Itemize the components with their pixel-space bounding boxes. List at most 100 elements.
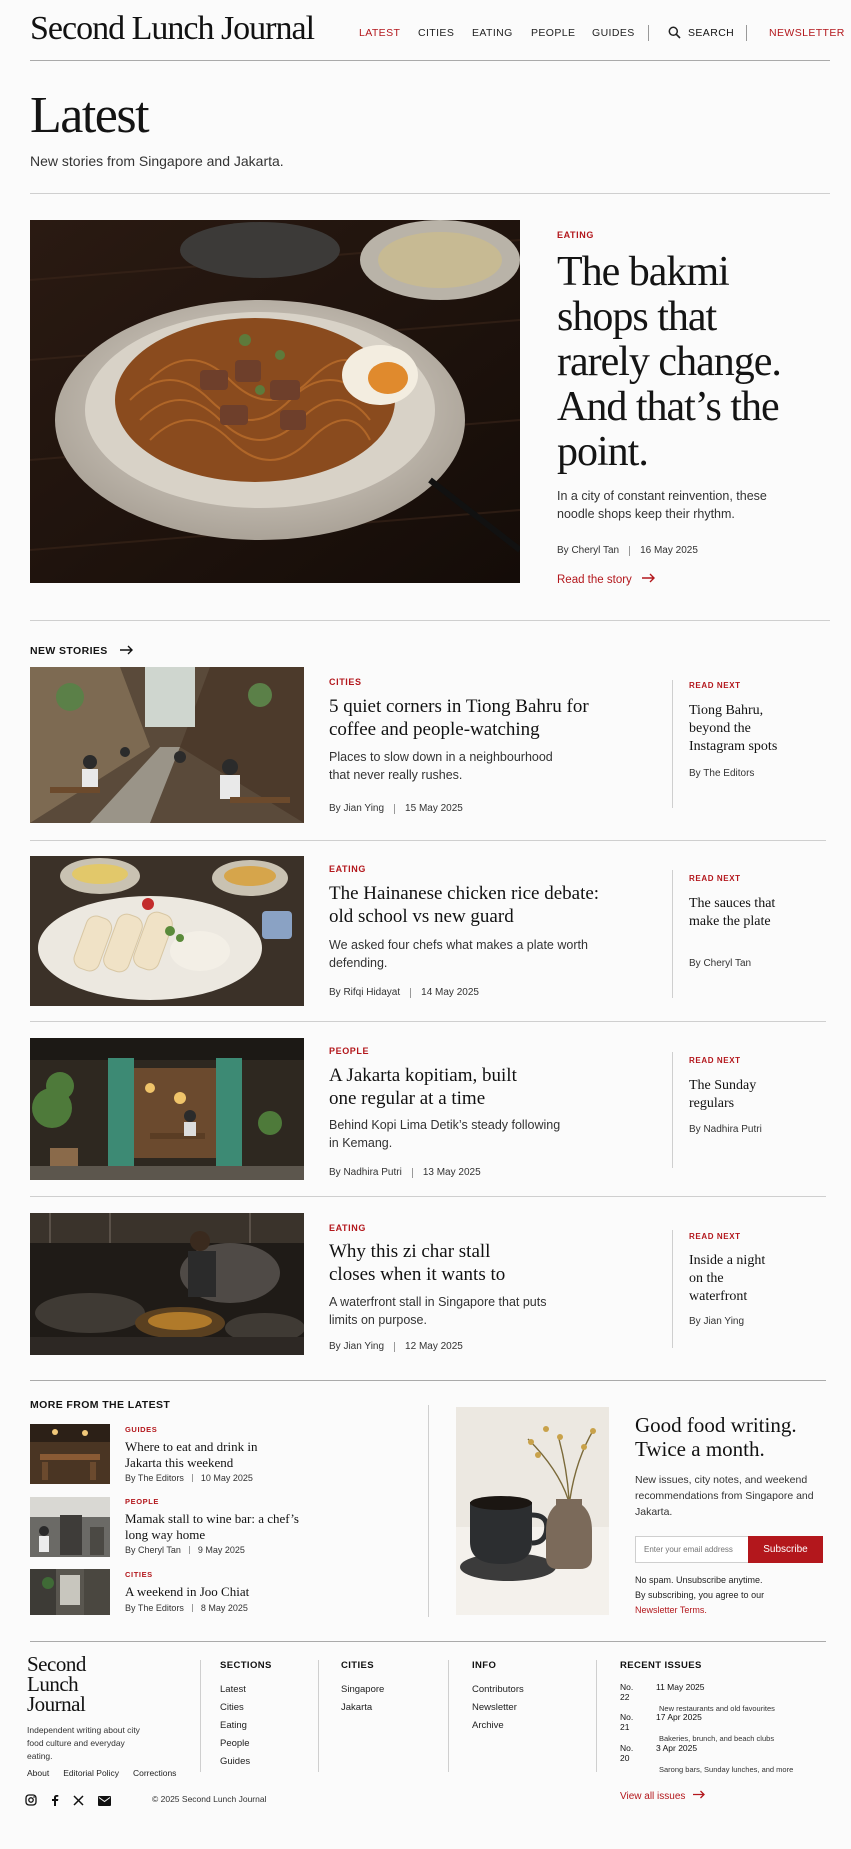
footer-cities-singapore[interactable]: Singapore	[341, 1681, 384, 1699]
more-2-title[interactable]: Mamak stall to wine bar: a chef’s long w…	[125, 1511, 300, 1543]
footer-info-newsletter[interactable]: Newsletter	[472, 1699, 524, 1717]
story-4-author[interactable]: By Jian Ying	[329, 1341, 384, 1352]
facebook-icon[interactable]	[51, 1793, 59, 1811]
arrow-right-icon	[119, 642, 134, 660]
more-3-title[interactable]: A weekend in Joo Chiat	[125, 1584, 300, 1600]
more-3-kicker[interactable]: CITIES	[125, 1570, 153, 1579]
story-3-read-next-author: By Nadhira Putri	[689, 1124, 762, 1135]
newsletter-fineprint: No spam. Unsubscribe anytime. By subscri…	[635, 1573, 764, 1618]
nav-cities[interactable]: CITIES	[418, 27, 454, 39]
issue-row[interactable]: No. 21 17 Apr 2025 Bakeries, brunch, and…	[620, 1712, 820, 1743]
story-1-author[interactable]: By Jian Ying	[329, 803, 384, 814]
hero-author[interactable]: By Cheryl Tan	[557, 545, 619, 556]
nav-latest[interactable]: LATEST	[359, 27, 400, 39]
search-button[interactable]: SEARCH	[668, 26, 734, 39]
issue-date: 3 Apr 2025	[656, 1743, 698, 1753]
social-links	[25, 1793, 111, 1811]
x-icon[interactable]	[73, 1793, 84, 1811]
site-logo[interactable]: Second Lunch Journal	[30, 10, 315, 48]
story-3-read-next-title[interactable]: The Sunday regulars	[689, 1077, 779, 1113]
hero-read-link[interactable]: Read the story	[557, 573, 656, 586]
story-1-read-next-author: By The Editors	[689, 768, 755, 779]
story-1-read-next-title[interactable]: Tiong Bahru, beyond the Instagram spots	[689, 702, 794, 756]
story-1-read-next-label: READ NEXT	[689, 681, 741, 690]
footer-corrections-link[interactable]: Corrections	[133, 1768, 176, 1778]
more-2-image[interactable]	[30, 1497, 110, 1557]
footer-sections-latest[interactable]: Latest	[220, 1681, 250, 1699]
story-2-kicker[interactable]: EATING	[329, 864, 366, 874]
footer-cities-jakarta[interactable]: Jakarta	[341, 1699, 384, 1717]
story-image-kopitiam[interactable]	[30, 1038, 304, 1180]
issue-row[interactable]: No. 20 3 Apr 2025 Sarong bars, Sunday lu…	[620, 1743, 840, 1774]
new-stories-heading: NEW STORIES	[30, 645, 108, 657]
story-2-read-next-title[interactable]: The sauces that make the plate	[689, 895, 779, 931]
newsletter-nospam: No spam. Unsubscribe anytime.	[635, 1575, 763, 1585]
footer-info-contributors[interactable]: Contributors	[472, 1681, 524, 1699]
story-3-author[interactable]: By Nadhira Putri	[329, 1167, 402, 1178]
footer-about-link[interactable]: About	[27, 1768, 49, 1778]
story-image-zi-char[interactable]	[30, 1213, 304, 1355]
more-1-title[interactable]: Where to eat and drink in Jakarta this w…	[125, 1439, 275, 1471]
footer-sections-cities[interactable]: Cities	[220, 1699, 250, 1717]
issue-number: No. 20	[620, 1743, 634, 1763]
footer-sections-list: Latest Cities Eating People Guides	[220, 1681, 250, 1771]
footer-sections-people[interactable]: People	[220, 1735, 250, 1753]
footer-issues-heading: RECENT ISSUES	[620, 1660, 702, 1671]
footer-sections-guides[interactable]: Guides	[220, 1753, 250, 1771]
story-2-title[interactable]: The Hainanese chicken rice debate: old s…	[329, 882, 619, 928]
hero-dek: In a city of constant reinvention, these…	[557, 489, 767, 521]
issue-row[interactable]: No. 22 11 May 2025 New restaurants and o…	[620, 1682, 820, 1713]
issue-number: No. 22	[620, 1682, 634, 1702]
story-4-date: 12 May 2025	[405, 1341, 463, 1352]
newsletter-link[interactable]: NEWSLETTER	[769, 27, 845, 39]
story-1-dek: Places to slow down in a neighbourhood t…	[329, 750, 553, 782]
story-4-dek: A waterfront stall in Singapore that put…	[329, 1295, 547, 1327]
email-icon[interactable]	[98, 1793, 111, 1811]
story-4-read-next-title[interactable]: Inside a night on the waterfront	[689, 1252, 769, 1306]
hero-kicker[interactable]: EATING	[557, 230, 594, 240]
hero-image-bakmi[interactable]	[30, 220, 520, 583]
footer-sections-heading: SECTIONS	[220, 1660, 272, 1671]
more-2-author[interactable]: By Cheryl Tan	[125, 1545, 181, 1555]
issue-date: 17 Apr 2025	[656, 1712, 702, 1722]
story-image-chicken-rice[interactable]	[30, 856, 304, 1006]
story-1-kicker[interactable]: CITIES	[329, 677, 362, 687]
nav-eating[interactable]: EATING	[472, 27, 513, 39]
instagram-icon[interactable]	[25, 1793, 37, 1811]
more-1-kicker[interactable]: GUIDES	[125, 1425, 157, 1434]
footer-copyright: © 2025 Second Lunch Journal	[152, 1794, 267, 1804]
nav-guides[interactable]: GUIDES	[592, 27, 635, 39]
view-all-issues-link[interactable]: View all issues	[620, 1790, 706, 1802]
footer-logo[interactable]: Second Lunch Journal	[27, 1654, 117, 1715]
subscribe-button[interactable]: Subscribe	[748, 1536, 823, 1563]
more-3-image[interactable]	[30, 1569, 110, 1615]
new-stories-heading-link[interactable]: NEW STORIES	[30, 642, 134, 660]
more-2-date: 9 May 2025	[197, 1545, 245, 1555]
hero-title[interactable]: The bakmi shops that rarely change. And …	[557, 250, 807, 475]
more-2-kicker[interactable]: PEOPLE	[125, 1497, 159, 1506]
page-title: Latest	[30, 87, 150, 144]
story-4-kicker[interactable]: EATING	[329, 1223, 366, 1233]
story-2-read-next-label: READ NEXT	[689, 874, 741, 883]
footer-editorial-link[interactable]: Editorial Policy	[63, 1768, 119, 1778]
more-3-author[interactable]: By The Editors	[125, 1603, 184, 1613]
more-1-author[interactable]: By The Editors	[125, 1473, 184, 1483]
more-3-meta: By The Editors 8 May 2025	[125, 1603, 248, 1613]
story-1-title[interactable]: 5 quiet corners in Tiong Bahru for coffe…	[329, 695, 599, 741]
footer-info-archive[interactable]: Archive	[472, 1717, 524, 1735]
nav-people[interactable]: PEOPLE	[531, 27, 575, 39]
story-4-title[interactable]: Why this zi char stall closes when it wa…	[329, 1240, 539, 1286]
story-2-author[interactable]: By Rifqi Hidayat	[329, 987, 400, 998]
newsletter-body: New issues, city notes, and weekend reco…	[635, 1474, 814, 1518]
story-image-tiong-bahru[interactable]	[30, 667, 304, 823]
story-3-kicker[interactable]: PEOPLE	[329, 1046, 369, 1056]
newsletter-image-coffee	[456, 1407, 609, 1615]
story-3-title[interactable]: A Jakarta kopitiam, built one regular at…	[329, 1064, 549, 1110]
newsletter-email-input[interactable]	[635, 1536, 748, 1563]
footer-sections-eating[interactable]: Eating	[220, 1717, 250, 1735]
newsletter-form: Subscribe	[635, 1536, 823, 1563]
story-3-read-next-label: READ NEXT	[689, 1056, 741, 1065]
story-3-dek: Behind Kopi Lima Detik’s steady followin…	[329, 1118, 561, 1150]
newsletter-terms-link[interactable]: Newsletter Terms.	[635, 1603, 764, 1618]
more-1-image[interactable]	[30, 1424, 110, 1484]
